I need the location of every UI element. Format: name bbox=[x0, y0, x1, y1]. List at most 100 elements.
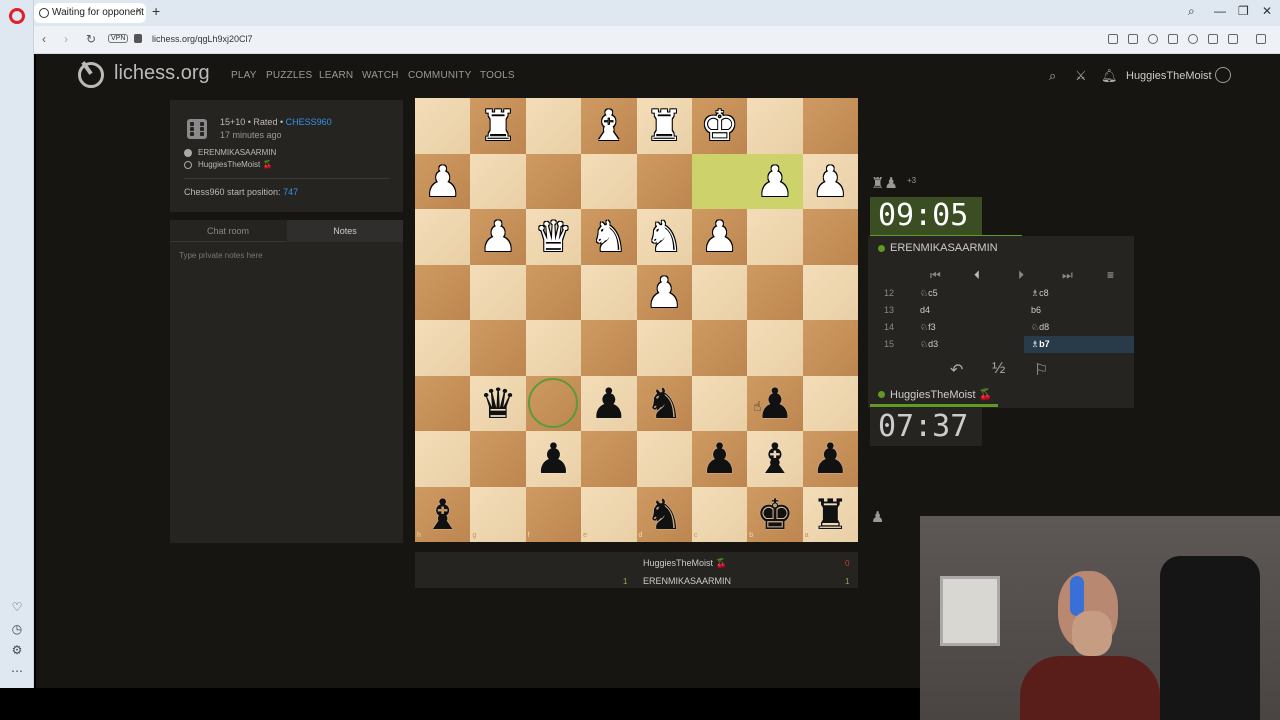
white-move[interactable]: d4 bbox=[920, 305, 930, 315]
lichess-logo-icon[interactable] bbox=[78, 62, 104, 88]
board-square[interactable] bbox=[747, 320, 803, 376]
close-window-icon[interactable]: ✕ bbox=[1262, 4, 1272, 18]
board-square[interactable] bbox=[470, 153, 526, 209]
black-move[interactable]: ♗c8 bbox=[1031, 288, 1049, 299]
board-square[interactable] bbox=[581, 320, 637, 376]
menu-icon[interactable]: ≡ bbox=[1107, 268, 1114, 282]
white-pawn-piece[interactable]: ♟ bbox=[415, 154, 470, 210]
user-menu[interactable]: HuggiesTheMoist bbox=[1126, 70, 1212, 82]
snap-icon[interactable]: ❐ bbox=[1238, 4, 1249, 18]
black-pawn-piece[interactable]: ♟ bbox=[692, 431, 747, 487]
lock-icon[interactable] bbox=[134, 34, 142, 43]
play-icon[interactable] bbox=[1168, 34, 1178, 44]
edit-icon[interactable] bbox=[1108, 34, 1118, 44]
black-bishop-piece[interactable]: ♝ bbox=[747, 431, 802, 487]
white-knight-piece[interactable]: ♞ bbox=[637, 209, 692, 265]
scoreboard-bottom-name[interactable]: ERENMIKASAARMIN bbox=[643, 576, 731, 586]
board-square[interactable] bbox=[525, 486, 582, 542]
tab-close-icon[interactable]: × bbox=[136, 5, 142, 17]
board-square[interactable] bbox=[415, 431, 471, 487]
board-square[interactable] bbox=[581, 153, 637, 209]
notes-input[interactable]: Type private notes here bbox=[179, 251, 263, 260]
settings-icon[interactable]: ⚙ bbox=[10, 643, 24, 657]
black-knight-piece[interactable]: ♞ bbox=[637, 487, 692, 543]
white-rook-piece[interactable]: ♜ bbox=[637, 98, 692, 154]
last-move-icon[interactable]: ⏭ bbox=[1062, 268, 1073, 283]
heart-outline-icon[interactable] bbox=[1188, 34, 1198, 44]
chess-board[interactable]: 1 2 3 4 5 6 7 8 h g f e d c b a ♜ ♝ ♜ ♚ ♟ ♟ ♟ ♟ ♛ ♞ ♞ ♟ ♟ ♛ ♟ ♞ ♟ ♟ ♟ ♝ ♟ ♝ ♞ ♚… bbox=[415, 98, 859, 543]
black-move[interactable]: ♘d8 bbox=[1031, 322, 1049, 333]
next-move-icon[interactable]: ⏵ bbox=[1018, 268, 1024, 283]
board-square[interactable] bbox=[581, 264, 637, 320]
profile-icon[interactable] bbox=[1228, 34, 1238, 44]
board-square[interactable] bbox=[636, 320, 692, 376]
board-square[interactable] bbox=[415, 320, 471, 376]
challenge-icon[interactable]: ⚔ bbox=[1075, 68, 1087, 84]
user-icon[interactable] bbox=[1215, 67, 1231, 83]
board-square[interactable] bbox=[470, 264, 526, 320]
black-king-piece[interactable]: ♚ bbox=[747, 487, 802, 543]
board-square[interactable] bbox=[525, 98, 582, 154]
board-square[interactable] bbox=[470, 320, 526, 376]
board-square[interactable] bbox=[747, 209, 803, 265]
white-move[interactable]: ♘f3 bbox=[920, 322, 936, 333]
white-queen-piece[interactable]: ♛ bbox=[526, 209, 581, 265]
board-square[interactable] bbox=[415, 375, 471, 431]
minimize-icon[interactable]: — bbox=[1214, 4, 1226, 18]
board-square[interactable] bbox=[415, 209, 471, 265]
scoreboard-top-name[interactable]: HuggiesTheMoist 🍒 bbox=[643, 558, 727, 569]
takeback-icon[interactable]: ↶ bbox=[950, 360, 963, 380]
board-square[interactable] bbox=[415, 264, 471, 320]
white-king-piece[interactable]: ♚ bbox=[692, 98, 747, 154]
extension-icon[interactable] bbox=[1256, 34, 1266, 44]
white-pawn-piece[interactable]: ♟ bbox=[803, 154, 858, 210]
player-white-name[interactable]: ERENMIKASAARMIN bbox=[198, 148, 276, 157]
board-square[interactable] bbox=[636, 431, 692, 487]
board-square[interactable] bbox=[470, 431, 526, 487]
more-icon[interactable]: ⋯ bbox=[10, 664, 24, 678]
board-square[interactable] bbox=[525, 320, 582, 376]
board-square[interactable] bbox=[691, 153, 748, 209]
white-rook-piece[interactable]: ♜ bbox=[470, 98, 525, 154]
url-field[interactable]: lichess.org/qgLh9xj20Cl7 bbox=[152, 34, 253, 44]
heart-icon[interactable]: ♡ bbox=[10, 600, 24, 614]
board-square[interactable] bbox=[581, 431, 637, 487]
start-position-link[interactable]: 747 bbox=[283, 187, 298, 197]
menu-icon[interactable] bbox=[1208, 34, 1218, 44]
board-square[interactable] bbox=[691, 320, 748, 376]
tab-notes[interactable]: Notes bbox=[287, 220, 403, 242]
board-square[interactable] bbox=[470, 486, 526, 542]
variant-link[interactable]: CHESS960 bbox=[286, 117, 332, 127]
board-square[interactable] bbox=[691, 375, 748, 431]
new-tab-icon[interactable]: + bbox=[152, 3, 160, 19]
prev-move-icon[interactable]: ⏴ bbox=[974, 268, 980, 283]
white-move[interactable]: ♘c5 bbox=[920, 288, 938, 299]
vpn-badge[interactable]: VPN bbox=[108, 34, 129, 43]
player-white[interactable]: ERENMIKASAARMIN bbox=[184, 148, 276, 157]
player-black[interactable]: HuggiesTheMoist 🍒 bbox=[184, 160, 272, 169]
nav-learn[interactable]: LEARN bbox=[319, 70, 353, 81]
white-pawn-piece[interactable]: ♟ bbox=[747, 154, 802, 210]
search-tabs-icon[interactable]: ⌕ bbox=[1188, 4, 1195, 19]
back-icon[interactable]: ‹ bbox=[42, 32, 46, 46]
camera-icon[interactable] bbox=[1128, 34, 1138, 44]
white-pawn-piece[interactable]: ♟ bbox=[637, 265, 692, 321]
search-icon[interactable]: ⌕ bbox=[1049, 68, 1056, 84]
board-square[interactable] bbox=[691, 486, 748, 542]
white-pawn-piece[interactable]: ♟ bbox=[692, 209, 747, 265]
white-knight-piece[interactable]: ♞ bbox=[581, 209, 636, 265]
black-knight-piece[interactable]: ♞ bbox=[637, 376, 692, 432]
tab-chat-room[interactable]: Chat room bbox=[170, 220, 286, 242]
reload-icon[interactable]: ↻ bbox=[86, 32, 96, 46]
board-square[interactable] bbox=[691, 264, 748, 320]
history-icon[interactable]: ◷ bbox=[10, 622, 24, 636]
resign-flag-icon[interactable]: ⚐ bbox=[1034, 360, 1048, 380]
browser-tab[interactable]: Waiting for opponent · Fi × bbox=[34, 3, 146, 23]
nav-community[interactable]: COMMUNITY bbox=[408, 70, 471, 81]
first-move-icon[interactable]: ⏮ bbox=[930, 268, 941, 283]
shield-icon[interactable] bbox=[1148, 34, 1158, 44]
nav-watch[interactable]: WATCH bbox=[362, 70, 399, 81]
opera-logo-icon[interactable] bbox=[9, 8, 25, 24]
board-square[interactable] bbox=[525, 264, 582, 320]
nav-play[interactable]: PLAY bbox=[231, 70, 257, 81]
